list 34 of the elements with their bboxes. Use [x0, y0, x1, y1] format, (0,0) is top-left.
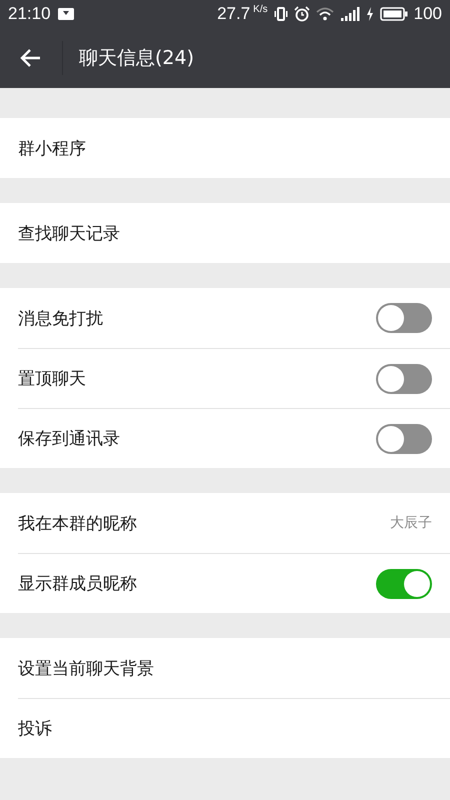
row-label: 消息免打扰: [18, 308, 104, 330]
battery-icon: [380, 7, 408, 21]
vibrate-icon: [274, 7, 288, 21]
toggle-switch[interactable]: [376, 424, 432, 454]
row-label: 我在本群的昵称: [18, 512, 138, 534]
toggle-switch[interactable]: [376, 303, 432, 333]
row-label: 显示群成员昵称: [18, 573, 138, 595]
settings-row[interactable]: 投诉: [18, 698, 450, 758]
settings-row[interactable]: 我在本群的昵称 大辰子: [18, 493, 450, 553]
settings-row[interactable]: 设置当前聊天背景: [18, 638, 450, 698]
header-title: 聊天信息(24): [79, 46, 194, 71]
row-label: 群小程序: [18, 138, 87, 160]
image-icon: [56, 7, 75, 21]
settings-row[interactable]: 消息免打扰: [18, 288, 450, 348]
wifi-icon: [316, 7, 334, 21]
back-arrow-icon[interactable]: [20, 48, 42, 68]
settings-row[interactable]: 显示群成员昵称: [18, 553, 450, 613]
row-value: 大辰子: [390, 514, 432, 532]
settings-row[interactable]: 置顶聊天: [18, 348, 450, 408]
alarm-icon: [294, 6, 310, 22]
row-label: 设置当前聊天背景: [18, 658, 155, 680]
toggle-switch[interactable]: [376, 568, 432, 598]
row-label: 投诉: [18, 718, 53, 740]
speed-unit: K/s: [253, 4, 268, 15]
charging-icon: [366, 7, 374, 21]
clock-time: 21:10: [8, 4, 51, 24]
battery-level: 100: [414, 4, 442, 24]
row-label: 查找聊天记录: [18, 222, 121, 244]
toggle-switch[interactable]: [376, 364, 432, 394]
row-label: 置顶聊天: [18, 368, 87, 390]
network-speed: 27.7: [217, 4, 250, 24]
signal-icon: [340, 7, 360, 21]
settings-row[interactable]: 保存到通讯录: [18, 408, 450, 468]
row-label: 保存到通讯录: [18, 428, 121, 450]
